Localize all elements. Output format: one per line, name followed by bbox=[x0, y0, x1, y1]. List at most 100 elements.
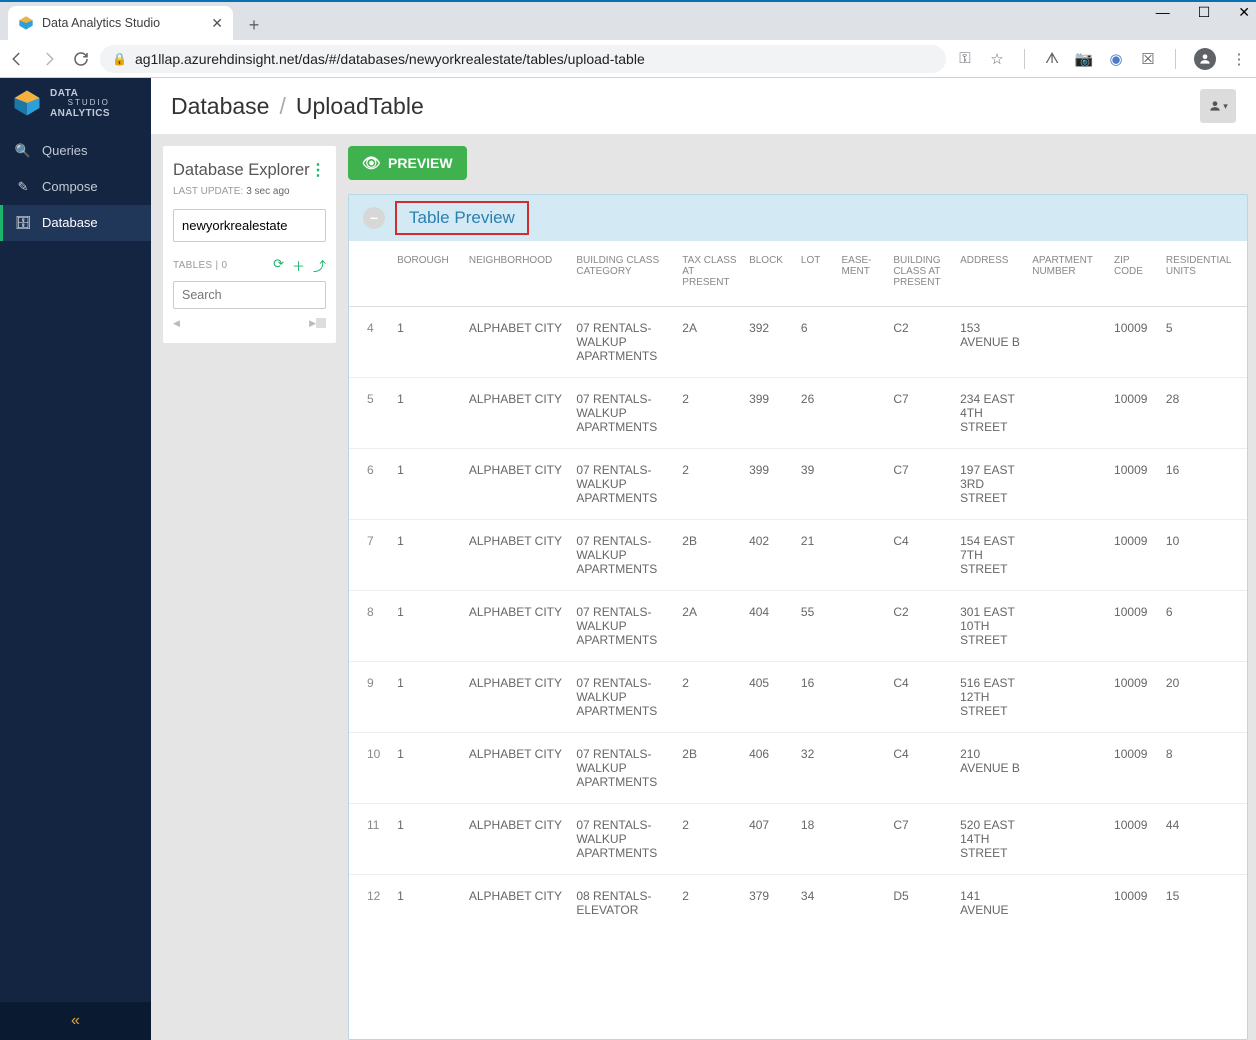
column-header bbox=[349, 241, 391, 307]
new-tab-button[interactable]: + bbox=[239, 10, 269, 40]
table-cell bbox=[1026, 662, 1108, 733]
table-cell: 2 bbox=[676, 378, 743, 449]
sidebar-collapse-button[interactable]: « bbox=[0, 1002, 151, 1040]
chevron-left-double-icon: « bbox=[71, 1012, 80, 1030]
breadcrumb-root[interactable]: Database bbox=[171, 93, 269, 120]
table-row: 41ALPHABET CITY07 RENTALS- WALKUP APARTM… bbox=[349, 307, 1247, 378]
breadcrumb: Database / UploadTable bbox=[171, 93, 424, 120]
table-cell bbox=[835, 307, 887, 378]
chevron-left-icon[interactable]: ◀ bbox=[173, 318, 180, 329]
table-cell: C7 bbox=[887, 804, 954, 875]
sidebar-item-database[interactable]: 🗄 Database bbox=[0, 205, 151, 241]
refresh-icon[interactable]: ⟳ bbox=[273, 256, 284, 275]
sidebar-item-label: Database bbox=[42, 215, 98, 230]
table-cell bbox=[835, 378, 887, 449]
panel-collapse-button[interactable]: − bbox=[363, 207, 385, 229]
back-button[interactable] bbox=[8, 50, 26, 68]
table-cell: 154 EAST 7TH STREET bbox=[954, 520, 1026, 591]
table-cell: 210 AVENUE B bbox=[954, 733, 1026, 804]
explorer-menu-icon[interactable]: ⋮ bbox=[310, 160, 326, 180]
tab-close-icon[interactable]: ✕ bbox=[211, 15, 223, 32]
table-preview-panel: − Table Preview BOROUGHNEIGHBORHOODBUILD… bbox=[348, 194, 1248, 1040]
upload-icon[interactable]: ⤴ bbox=[313, 256, 326, 275]
table-cell: 21 bbox=[795, 520, 836, 591]
table-cell: 07 RENTALS- WALKUP APARTMENTS bbox=[570, 591, 676, 662]
table-cell: 55 bbox=[795, 591, 836, 662]
profile-avatar-icon[interactable] bbox=[1194, 48, 1216, 70]
table-cell: 07 RENTALS- WALKUP APARTMENTS bbox=[570, 449, 676, 520]
table-cell bbox=[835, 804, 887, 875]
sidebar-item-compose[interactable]: ✎ Compose bbox=[0, 169, 151, 205]
forward-button[interactable] bbox=[40, 50, 58, 68]
camera-icon[interactable]: 📷 bbox=[1075, 50, 1093, 68]
browser-menu-icon[interactable]: ⋮ bbox=[1230, 50, 1248, 68]
minimize-button[interactable]: — bbox=[1156, 4, 1170, 21]
table-cell: 1 bbox=[391, 662, 463, 733]
table-cell: 07 RENTALS- WALKUP APARTMENTS bbox=[570, 804, 676, 875]
tables-search-input[interactable] bbox=[173, 281, 326, 309]
table-cell: 2 bbox=[676, 662, 743, 733]
maximize-button[interactable]: ☐ bbox=[1198, 4, 1211, 21]
table-cell: 379 bbox=[743, 875, 795, 932]
table-cell: 5 bbox=[1160, 307, 1247, 378]
sidebar-item-label: Compose bbox=[42, 179, 98, 194]
table-cell: ALPHABET CITY bbox=[463, 662, 570, 733]
record-icon[interactable]: ◉ bbox=[1107, 50, 1125, 68]
table-cell: 1 bbox=[391, 875, 463, 932]
database-icon: 🗄 bbox=[16, 215, 30, 231]
database-name-input[interactable] bbox=[173, 209, 326, 242]
extension-icon-1[interactable]: ᗑ bbox=[1043, 50, 1061, 68]
table-cell: 9 bbox=[349, 662, 391, 733]
add-icon[interactable]: ＋ bbox=[292, 256, 305, 275]
table-cell: 07 RENTALS- WALKUP APARTMENTS bbox=[570, 307, 676, 378]
table-cell: ALPHABET CITY bbox=[463, 733, 570, 804]
explorer-hscroll[interactable]: ◀ ▶ bbox=[173, 317, 326, 329]
table-cell: 8 bbox=[1160, 733, 1247, 804]
table-cell: 10009 bbox=[1108, 591, 1160, 662]
table-cell: 1 bbox=[391, 520, 463, 591]
table-cell: 6 bbox=[795, 307, 836, 378]
table-cell: 6 bbox=[1160, 591, 1247, 662]
column-header: RESIDENTIAL UNITS bbox=[1160, 241, 1247, 307]
table-row: 121ALPHABET CITY08 RENTALS- ELEVATOR2379… bbox=[349, 875, 1247, 932]
extension-icon-2[interactable]: ☒ bbox=[1139, 50, 1157, 68]
table-cell: 2B bbox=[676, 520, 743, 591]
table-cell: 26 bbox=[795, 378, 836, 449]
search-icon: 🔍 bbox=[16, 143, 30, 159]
key-icon[interactable]: ⚿ bbox=[956, 50, 974, 68]
table-cell: 407 bbox=[743, 804, 795, 875]
table-scroll-area[interactable]: BOROUGHNEIGHBORHOODBUILDING CLASS CATEGO… bbox=[349, 241, 1247, 1039]
table-cell: D5 bbox=[887, 875, 954, 932]
browser-tab-active[interactable]: Data Analytics Studio ✕ bbox=[8, 6, 233, 40]
lock-icon: 🔒 bbox=[112, 52, 127, 66]
table-cell bbox=[835, 591, 887, 662]
table-row: 81ALPHABET CITY07 RENTALS- WALKUP APARTM… bbox=[349, 591, 1247, 662]
bookmark-star-icon[interactable]: ☆ bbox=[988, 50, 1006, 68]
table-cell: 197 EAST 3RD STREET bbox=[954, 449, 1026, 520]
table-cell: 234 EAST 4TH STREET bbox=[954, 378, 1026, 449]
table-cell: 10009 bbox=[1108, 875, 1160, 932]
table-cell: 39 bbox=[795, 449, 836, 520]
reload-button[interactable] bbox=[72, 50, 90, 68]
sidebar-item-queries[interactable]: 🔍 Queries bbox=[0, 133, 151, 169]
address-bar[interactable]: 🔒 ag1llap.azurehdinsight.net/das/#/datab… bbox=[100, 45, 946, 73]
table-cell: 392 bbox=[743, 307, 795, 378]
table-cell: 07 RENTALS- WALKUP APARTMENTS bbox=[570, 378, 676, 449]
close-window-button[interactable]: ✕ bbox=[1238, 4, 1250, 21]
table-cell: 07 RENTALS- WALKUP APARTMENTS bbox=[570, 662, 676, 733]
logo-cube-icon bbox=[12, 88, 42, 118]
chevron-right-icon[interactable]: ▶ bbox=[309, 318, 316, 329]
table-cell: C7 bbox=[887, 449, 954, 520]
table-cell bbox=[1026, 875, 1108, 932]
table-cell: ALPHABET CITY bbox=[463, 591, 570, 662]
user-menu-button[interactable]: ▾ bbox=[1200, 89, 1236, 123]
table-cell: ALPHABET CITY bbox=[463, 378, 570, 449]
table-cell: 516 EAST 12TH STREET bbox=[954, 662, 1026, 733]
column-header: BUILDING CLASS CATEGORY bbox=[570, 241, 676, 307]
table-cell: 1 bbox=[391, 733, 463, 804]
preview-table: BOROUGHNEIGHBORHOODBUILDING CLASS CATEGO… bbox=[349, 241, 1247, 931]
table-cell: 399 bbox=[743, 449, 795, 520]
table-cell: 405 bbox=[743, 662, 795, 733]
app-logo: DATA STUDIO ANALYTICS bbox=[0, 78, 151, 133]
preview-button[interactable]: 👁 PREVIEW bbox=[348, 146, 467, 180]
